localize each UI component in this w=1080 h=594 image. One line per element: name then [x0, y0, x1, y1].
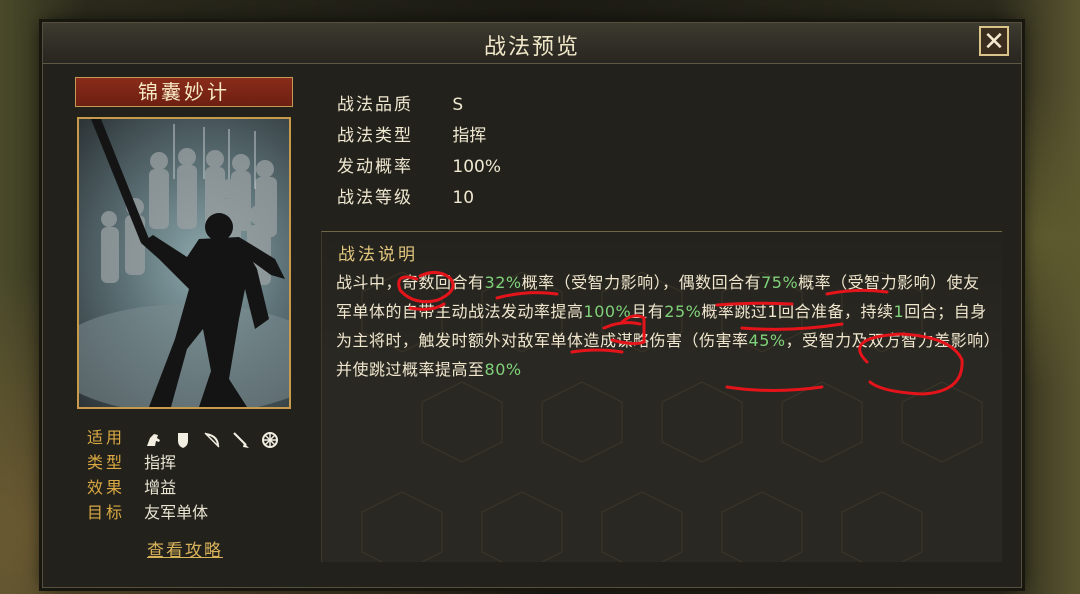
prop-row-type: 战法类型 指挥 [337, 121, 501, 152]
prop-value: 100% [452, 157, 502, 177]
bow-icon [204, 431, 220, 448]
close-icon: ✕ [983, 27, 1005, 57]
applicable-label: 适用 [87, 428, 126, 447]
highlight-value: 80% [484, 360, 522, 379]
prop-value: S [452, 95, 464, 115]
prop-label: 战法类型 [337, 126, 413, 146]
prop-value: 指挥 [452, 126, 487, 146]
highlight-value: 45% [748, 331, 786, 350]
applicable-row: 适用 [87, 425, 284, 450]
type-value: 指挥 [144, 453, 177, 472]
type-label: 类型 [87, 453, 126, 472]
description-title: 战法说明 [338, 245, 418, 265]
highlight-value: 1 [893, 302, 905, 321]
description-segment: 概率跳过1回合准备，持续 [701, 302, 894, 321]
description-segment: 战斗中，奇数回合有 [336, 273, 485, 292]
prop-label: 战法等级 [337, 188, 413, 208]
highlight-value: 100% [583, 302, 632, 321]
prop-row-trigger-rate: 发动概率 100% [337, 152, 501, 183]
highlight-value: 25% [664, 302, 702, 321]
wheel-icon [262, 431, 279, 448]
view-guide-link[interactable]: 查看攻略 [147, 536, 223, 561]
prop-label: 战法品质 [337, 95, 413, 115]
cavalry-icon [147, 433, 161, 446]
target-value: 友军单体 [144, 503, 209, 522]
target-label: 目标 [87, 503, 126, 522]
shield-icon [178, 432, 189, 448]
effect-label: 效果 [87, 478, 126, 497]
highlight-value: 75% [761, 273, 799, 292]
prop-label: 发动概率 [337, 157, 413, 177]
dialog-title: 战法预览 [483, 35, 580, 60]
prop-value: 10 [452, 188, 475, 208]
description-segment: 且有 [631, 302, 665, 321]
skill-name-plate: 锦囊妙计 [75, 77, 293, 107]
prop-row-level: 战法等级 10 [337, 183, 501, 214]
title-bar: 战法预览 ✕ [43, 23, 1021, 64]
applicable-icons [144, 426, 284, 451]
description-panel: 战法说明 战斗中，奇数回合有32%概率（受智力影响），偶数回合有75%概率（受智… [321, 231, 1002, 562]
highlight-value: 32% [484, 273, 522, 292]
type-row: 类型 指挥 [87, 450, 284, 475]
close-button[interactable]: ✕ [979, 26, 1009, 56]
prop-row-quality: 战法品质 S [337, 90, 501, 121]
spear-icon [233, 431, 250, 448]
warrior-silhouette-image [79, 119, 289, 407]
effect-row: 效果 增益 [87, 475, 284, 500]
description-text: 战斗中，奇数回合有32%概率（受智力影响），偶数回合有75%概率（受智力影响）使… [336, 268, 996, 384]
target-row: 目标 友军单体 [87, 500, 284, 525]
skill-preview-dialog: 战法预览 ✕ 锦囊妙计 适用 类型 指挥 效果 增益 目标 友军单体 查看攻略 … [42, 22, 1022, 588]
skill-attributes: 适用 类型 指挥 效果 增益 目标 友军单体 [87, 425, 284, 525]
skill-portrait-image [77, 117, 291, 409]
skill-properties: 战法品质 S 战法类型 指挥 发动概率 100% 战法等级 10 [337, 90, 501, 214]
effect-value: 增益 [144, 478, 177, 497]
description-segment: 概率（受智力影响），偶数回合有 [521, 273, 762, 292]
